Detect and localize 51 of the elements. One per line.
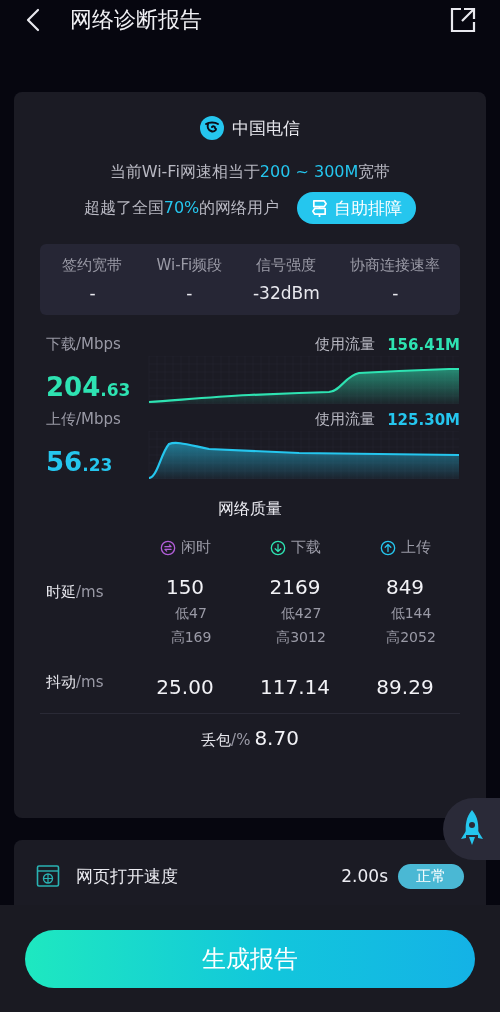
carrier-logo-icon: [200, 116, 224, 140]
page-title: 网络诊断报告: [70, 6, 203, 34]
info-value: -32dBm: [252, 283, 320, 303]
info-label: Wi-Fi频段: [156, 256, 223, 275]
section-title: 网络质量: [217, 499, 283, 520]
info-value: -: [89, 283, 96, 303]
packet-loss-label: 丢包/%: [201, 731, 251, 750]
back-icon[interactable]: [26, 8, 40, 32]
web-speed-label: 网页打开速度: [76, 864, 179, 888]
info-value: -: [392, 283, 399, 303]
speed-summary: 当前Wi-Fi网速相当于200 ~ 300M宽带: [108, 162, 392, 183]
speed-value: 204.63: [46, 372, 131, 402]
swap-icon: [159, 539, 176, 556]
web-speed-value: 2.00s: [341, 866, 388, 886]
share-icon[interactable]: [450, 7, 476, 33]
info-label: 协商连接速率: [350, 256, 441, 275]
generate-report-button[interactable]: 生成报告: [25, 930, 475, 988]
troubleshoot-button[interactable]: 自助排障: [297, 192, 417, 224]
browser-globe-icon: [36, 864, 60, 888]
latency-value: 150: [165, 575, 205, 599]
latency-low: 低144: [390, 605, 432, 623]
jitter-value: 117.14: [260, 675, 330, 699]
speed-label: 上传/Mbps: [46, 410, 121, 429]
usage-label: 使用流量: [315, 410, 376, 429]
column-label: 闲时: [180, 538, 211, 557]
jitter-label: 抖动/ms: [46, 673, 105, 692]
info-label: 签约宽带: [62, 256, 123, 275]
info-label: 信号强度: [256, 256, 317, 275]
latency-high: 高169: [170, 629, 212, 647]
column-label: 下载: [290, 538, 321, 557]
latency-value: 849: [385, 575, 425, 599]
signpost-icon: [311, 198, 329, 218]
jitter-value: 89.29: [376, 675, 434, 699]
latency-high: 高3012: [276, 629, 326, 647]
latency-label: 时延/ms: [46, 583, 105, 602]
usage-value: 125.30M: [387, 410, 460, 429]
usage-value: 156.41M: [387, 335, 460, 354]
speed-value: 56.23: [46, 447, 113, 477]
latency-high: 高2052: [386, 629, 436, 647]
usage-label: 使用流量: [315, 335, 376, 354]
status-badge: 正常: [398, 863, 464, 889]
jitter-value: 25.00: [156, 675, 214, 699]
carrier-name: 中国电信: [232, 116, 300, 140]
info-value: -: [186, 283, 193, 303]
packet-loss-value: 8.70: [254, 726, 299, 750]
latency-low: 低427: [280, 605, 322, 623]
latency-low: 低47: [175, 605, 207, 623]
column-label: 上传: [400, 538, 431, 557]
latency-value: 2169: [269, 575, 321, 599]
rank-summary: 超越了全国70%的网络用户: [83, 197, 280, 219]
speed-label: 下载/Mbps: [46, 335, 121, 354]
